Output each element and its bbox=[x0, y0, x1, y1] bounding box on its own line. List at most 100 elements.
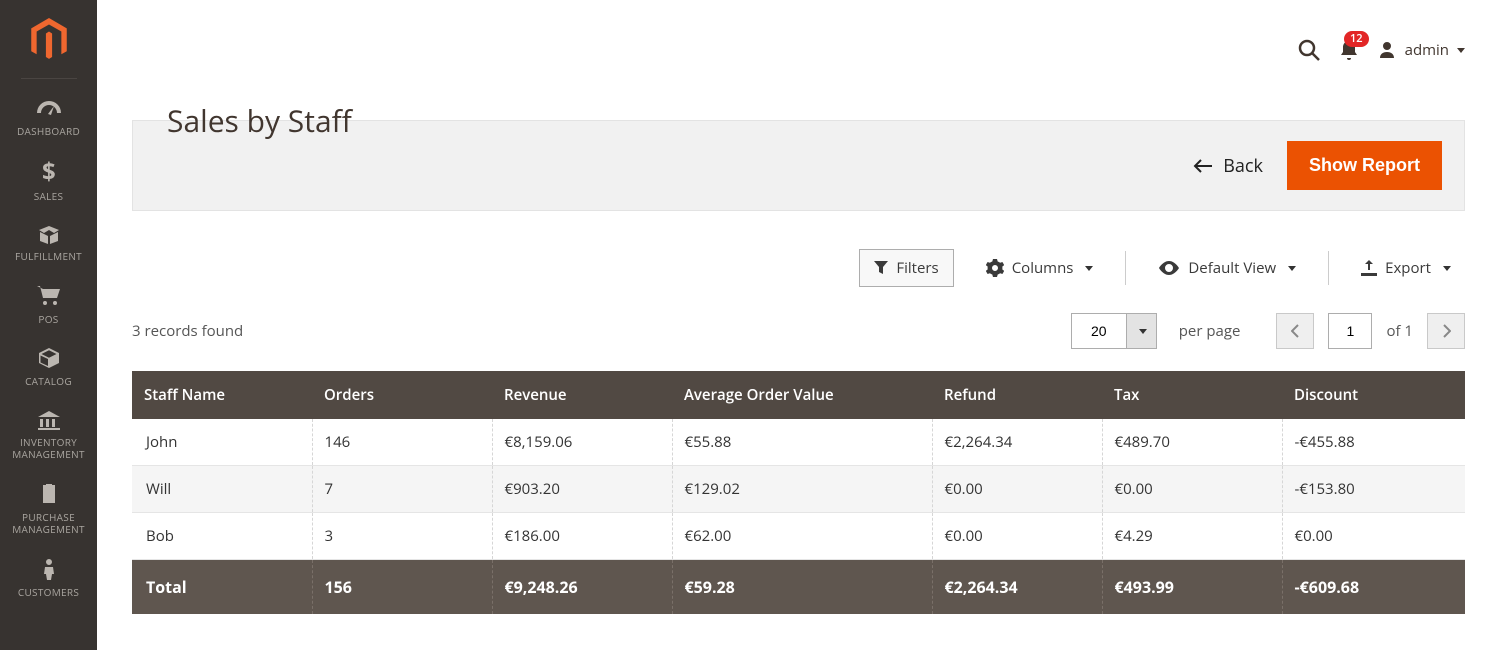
export-icon bbox=[1361, 260, 1377, 276]
user-label: admin bbox=[1405, 40, 1449, 60]
sidebar-item-customers[interactable]: CUSTOMERS bbox=[0, 548, 97, 611]
show-report-button[interactable]: Show Report bbox=[1287, 141, 1442, 190]
default-view-button[interactable]: Default View bbox=[1144, 250, 1310, 286]
sidebar-item-label: PURCHASE MANAGEMENT bbox=[0, 511, 97, 536]
prev-page-button[interactable] bbox=[1276, 313, 1314, 349]
eye-icon bbox=[1158, 261, 1180, 275]
cell: €0.00 bbox=[1102, 466, 1282, 513]
cell: €903.20 bbox=[492, 466, 672, 513]
page-size-caret[interactable] bbox=[1127, 313, 1157, 349]
table-row[interactable]: Bob 3 €186.00 €62.00 €0.00 €4.29 €0.00 bbox=[132, 513, 1465, 560]
cell: 3 bbox=[312, 513, 492, 560]
col-header[interactable]: Refund bbox=[932, 371, 1102, 419]
search-button[interactable] bbox=[1297, 38, 1321, 62]
table-header-row: Staff Name Orders Revenue Average Order … bbox=[132, 371, 1465, 419]
bank-icon bbox=[37, 410, 61, 430]
caret-down-icon bbox=[1288, 266, 1296, 271]
default-view-label: Default View bbox=[1188, 258, 1276, 278]
columns-label: Columns bbox=[1012, 258, 1074, 278]
export-label: Export bbox=[1385, 258, 1431, 278]
cell: €0.00 bbox=[932, 466, 1102, 513]
page-size-select[interactable] bbox=[1071, 313, 1157, 349]
person-icon bbox=[42, 558, 56, 580]
footer-cell: Total bbox=[132, 560, 312, 615]
export-button[interactable]: Export bbox=[1347, 250, 1465, 286]
col-header[interactable]: Tax bbox=[1102, 371, 1282, 419]
chevron-right-icon bbox=[1442, 324, 1451, 338]
caret-down-icon bbox=[1085, 266, 1093, 271]
footer-cell: €493.99 bbox=[1102, 560, 1282, 615]
cell: €2,264.34 bbox=[932, 419, 1102, 466]
dollar-icon: $ bbox=[41, 160, 57, 184]
cell: -€153.80 bbox=[1282, 466, 1465, 513]
package-icon bbox=[38, 347, 60, 369]
filters-label: Filters bbox=[896, 258, 938, 278]
col-header[interactable]: Staff Name bbox=[132, 371, 312, 419]
cart-icon bbox=[36, 285, 62, 307]
user-menu[interactable]: admin bbox=[1377, 40, 1465, 60]
report-table: Staff Name Orders Revenue Average Order … bbox=[132, 371, 1465, 614]
col-header[interactable]: Average Order Value bbox=[672, 371, 932, 419]
caret-down-icon bbox=[1443, 266, 1451, 271]
main-content: Sales by Staff 12 admin Back bbox=[97, 0, 1500, 650]
cell: €186.00 bbox=[492, 513, 672, 560]
cell: €0.00 bbox=[932, 513, 1102, 560]
page-number-input[interactable] bbox=[1328, 313, 1372, 349]
clipboard-icon bbox=[40, 483, 58, 505]
cell: €489.70 bbox=[1102, 419, 1282, 466]
cell: €62.00 bbox=[672, 513, 932, 560]
cell: John bbox=[132, 419, 312, 466]
next-page-button[interactable] bbox=[1427, 313, 1465, 349]
col-header[interactable]: Discount bbox=[1282, 371, 1465, 419]
page-of-label: of 1 bbox=[1386, 321, 1413, 341]
arrow-left-icon bbox=[1193, 158, 1213, 174]
page-title: Sales by Staff bbox=[167, 100, 352, 141]
col-header[interactable]: Revenue bbox=[492, 371, 672, 419]
cell: Bob bbox=[132, 513, 312, 560]
sidebar-item-label: DASHBOARD bbox=[17, 125, 80, 138]
cell: Will bbox=[132, 466, 312, 513]
footer-cell: €59.28 bbox=[672, 560, 932, 615]
sidebar-item-label: CUSTOMERS bbox=[18, 586, 79, 599]
chevron-left-icon bbox=[1291, 324, 1300, 338]
caret-down-icon bbox=[1139, 329, 1147, 334]
page-size-input[interactable] bbox=[1071, 313, 1127, 349]
back-button[interactable]: Back bbox=[1193, 154, 1263, 178]
footer-cell: -€609.68 bbox=[1282, 560, 1465, 615]
funnel-icon bbox=[874, 261, 888, 275]
sidebar-item-catalog[interactable]: CATALOG bbox=[0, 337, 97, 400]
table-row[interactable]: John 146 €8,159.06 €55.88 €2,264.34 €489… bbox=[132, 419, 1465, 466]
records-found: 3 records found bbox=[132, 321, 243, 341]
separator bbox=[1125, 251, 1126, 285]
sidebar-item-label: SALES bbox=[34, 190, 64, 203]
table-row[interactable]: Will 7 €903.20 €129.02 €0.00 €0.00 -€153… bbox=[132, 466, 1465, 513]
sidebar-item-label: INVENTORY MANAGEMENT bbox=[0, 436, 97, 461]
cell: -€455.88 bbox=[1282, 419, 1465, 466]
cell: 7 bbox=[312, 466, 492, 513]
sidebar-item-label: FULFILLMENT bbox=[15, 250, 82, 263]
magento-logo[interactable] bbox=[29, 18, 69, 62]
sidebar: DASHBOARD $ SALES FULFILLMENT POS CATALO… bbox=[0, 0, 97, 650]
sidebar-item-label: POS bbox=[38, 313, 58, 326]
dashboard-icon bbox=[36, 99, 62, 119]
sidebar-item-label: CATALOG bbox=[25, 375, 72, 388]
caret-down-icon bbox=[1457, 48, 1465, 53]
columns-button[interactable]: Columns bbox=[972, 250, 1108, 286]
cell: €4.29 bbox=[1102, 513, 1282, 560]
sidebar-item-sales[interactable]: $ SALES bbox=[0, 150, 97, 215]
separator bbox=[1328, 251, 1329, 285]
cell: 146 bbox=[312, 419, 492, 466]
cell: €55.88 bbox=[672, 419, 932, 466]
sidebar-item-fulfillment[interactable]: FULFILLMENT bbox=[0, 214, 97, 275]
sidebar-item-purchase[interactable]: PURCHASE MANAGEMENT bbox=[0, 473, 97, 548]
col-header[interactable]: Orders bbox=[312, 371, 492, 419]
footer-cell: 156 bbox=[312, 560, 492, 615]
filters-button[interactable]: Filters bbox=[859, 249, 953, 287]
footer-cell: €2,264.34 bbox=[932, 560, 1102, 615]
box-open-icon bbox=[37, 224, 61, 244]
notifications-button[interactable]: 12 bbox=[1339, 39, 1359, 61]
cell: €0.00 bbox=[1282, 513, 1465, 560]
sidebar-item-pos[interactable]: POS bbox=[0, 275, 97, 338]
sidebar-item-inventory[interactable]: INVENTORY MANAGEMENT bbox=[0, 400, 97, 473]
sidebar-item-dashboard[interactable]: DASHBOARD bbox=[0, 89, 97, 150]
